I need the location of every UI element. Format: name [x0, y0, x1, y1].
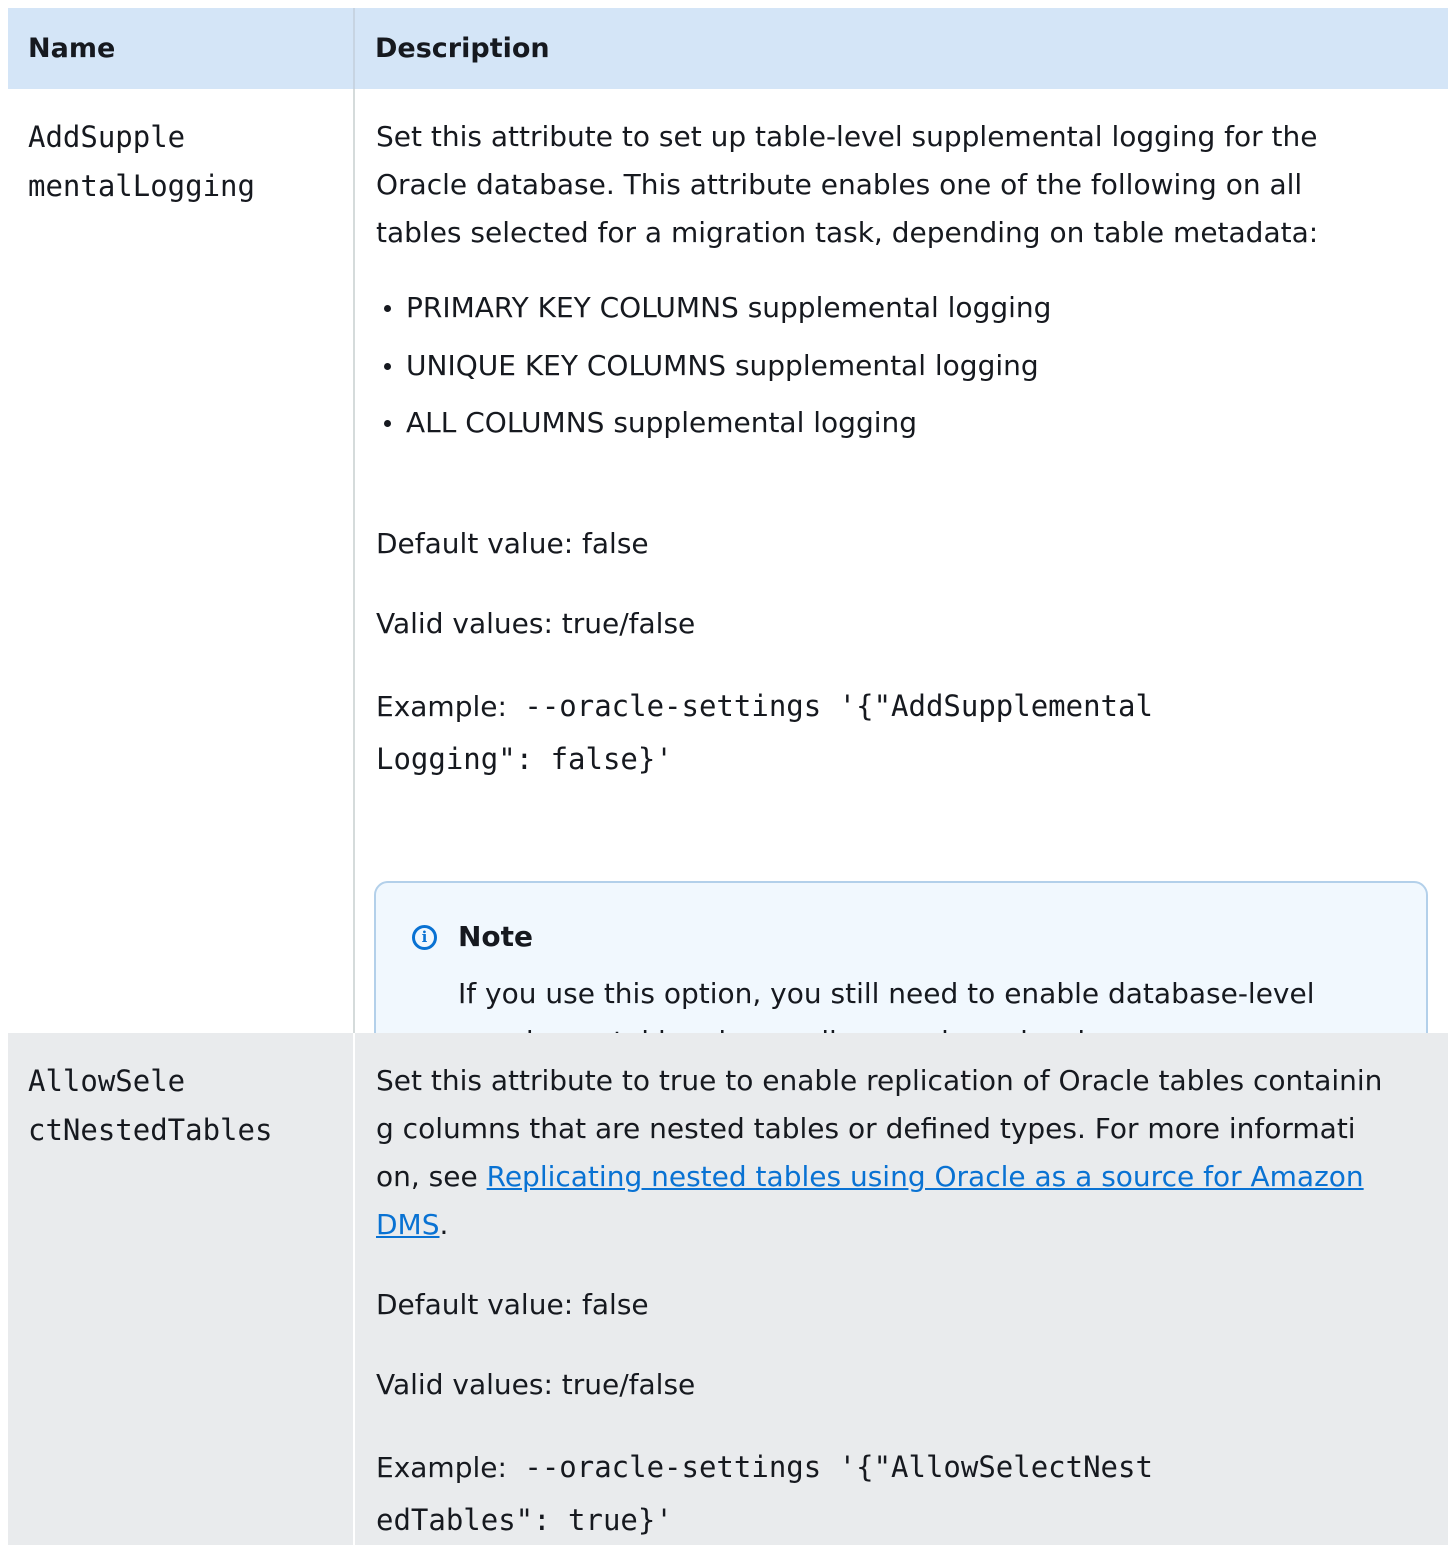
logging-options-list: PRIMARY KEY COLUMNS supplemental logging…: [376, 279, 1428, 452]
description-line: on, see Replicating nested tables using …: [376, 1153, 1428, 1201]
note-body-line: If you use this option, you still need t…: [458, 977, 1315, 1010]
valid-values: Valid values: true/false: [376, 606, 696, 640]
list-item: UNIQUE KEY COLUMNS supplemental logging: [384, 337, 1428, 395]
valid-values: Valid values: true/false: [376, 1368, 696, 1401]
attribute-name: AllowSele ctNestedTables: [8, 1033, 348, 1155]
note-title: Note: [458, 920, 534, 953]
attribute-name-line: ctNestedTables: [28, 1113, 273, 1147]
description-line: Set this attribute to set up table-level…: [376, 120, 1318, 153]
example-label: Example:: [376, 689, 507, 723]
attribute-name-line: AllowSele: [28, 1064, 186, 1098]
example-code-line: --oracle-settings '{"AllowSelectNest: [506, 1450, 1153, 1484]
attribute-name-line: AddSupple: [28, 120, 186, 154]
nested-tables-link[interactable]: Replicating nested tables using Oracle a…: [487, 1160, 1364, 1193]
table-row: AllowSele ctNestedTables Set this attrib…: [8, 1033, 1448, 1545]
description-line: g columns that are nested tables or defi…: [376, 1112, 1356, 1145]
example-code-line: Logging": false}': [376, 741, 673, 776]
default-value: Default value: false: [376, 1288, 649, 1321]
column-header-description: Description: [375, 33, 550, 64]
period: .: [439, 1208, 449, 1241]
list-item: PRIMARY KEY COLUMNS supplemental logging: [384, 279, 1428, 337]
table-row: AddSupple mentalLogging Set this attribu…: [8, 89, 1448, 1103]
nested-tables-link-cont[interactable]: DMS: [376, 1208, 440, 1241]
column-header-name: Name: [8, 8, 355, 89]
description-intro: Set this attribute to set up table-level…: [376, 113, 1428, 257]
description-line: Oracle database. This attribute enables …: [376, 168, 1303, 201]
default-value: Default value: false: [376, 526, 649, 560]
description-intro: Set this attribute to true to enable rep…: [376, 1057, 1428, 1249]
name-cell: AllowSele ctNestedTables: [8, 1033, 355, 1545]
description-line: Set this attribute to true to enable rep…: [376, 1064, 1383, 1097]
attribute-name-line: mentalLogging: [28, 169, 255, 203]
description-cell: Set this attribute to true to enable rep…: [355, 1033, 1448, 1545]
see-prefix: on, see: [376, 1160, 487, 1193]
example: Example: --oracle-settings '{"AllowSelec…: [376, 1441, 1428, 1547]
name-cell: AddSupple mentalLogging: [8, 89, 355, 1033]
settings-table: Name Description AddSupple mentalLogging…: [8, 8, 1448, 1545]
example-label: Example:: [376, 1451, 507, 1484]
list-item: ALL COLUMNS supplemental logging: [384, 394, 1428, 452]
table-header-row: Name Description: [8, 8, 1448, 89]
example-code-line: --oracle-settings '{"AddSupplemental: [506, 688, 1153, 723]
description-line: tables selected for a migration task, de…: [376, 216, 1319, 249]
description-line: DMS.: [376, 1201, 1428, 1249]
attribute-name: AddSupple mentalLogging: [8, 89, 348, 211]
info-icon: i: [412, 925, 437, 950]
example-code-line: edTables": true}': [376, 1503, 673, 1537]
example: Example: --oracle-settings '{"AddSupplem…: [376, 680, 1428, 786]
